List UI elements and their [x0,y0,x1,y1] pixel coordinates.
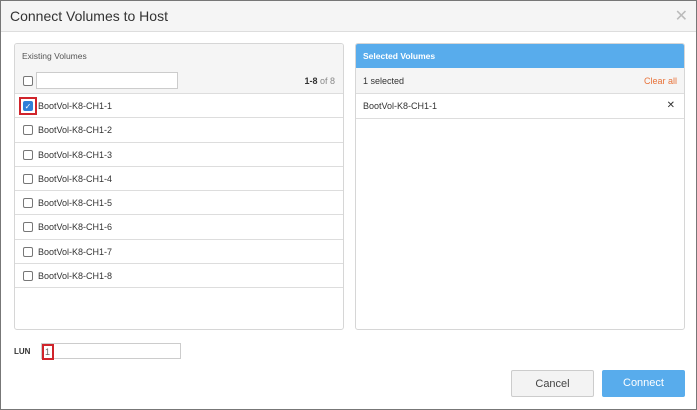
selected-volumes-header: Selected Volumes [356,44,684,68]
volume-label: BootVol-K8-CH1-7 [38,246,113,257]
selected-item-label: BootVol-K8-CH1-1 [363,101,438,111]
selected-item: BootVol-K8-CH1-1 ✕ [356,94,684,119]
dialog-titlebar: Connect Volumes to Host ✕ [1,1,696,32]
total: of 8 [319,76,335,86]
volume-row[interactable]: ✓ BootVol-K8-CH1-1 [15,94,343,119]
volume-row[interactable]: BootVol-K8-CH1-2 [15,118,343,143]
dialog-title: Connect Volumes to Host [10,8,168,24]
volume-label: BootVol-K8-CH1-3 [38,149,113,160]
cancel-button[interactable]: Cancel [511,370,594,397]
volume-row[interactable]: BootVol-K8-CH1-7 [15,240,343,265]
select-all-checkbox[interactable] [23,76,33,86]
search-input[interactable] [36,72,178,89]
pagination-count: 1-8 of 8 [304,76,335,86]
connect-button[interactable]: Connect [602,370,685,397]
volume-checkbox[interactable] [23,246,33,257]
selected-volumes-panel: Selected Volumes 1 selected Clear all Bo… [355,43,685,330]
lun-label: LUN [14,347,31,356]
volume-checkbox[interactable]: ✓ [23,101,33,111]
volume-checkbox[interactable] [23,173,33,184]
volume-checkbox[interactable] [23,149,33,160]
volume-label: BootVol-K8-CH1-1 [38,101,113,111]
volume-label: BootVol-K8-CH1-4 [38,173,113,184]
selected-count: 1 selected [363,76,405,86]
search-row: 1-8 of 8 [15,68,343,94]
remove-icon[interactable]: ✕ [667,100,675,111]
selected-info-row: 1 selected Clear all [356,68,684,94]
volume-label: BootVol-K8-CH1-6 [38,222,113,233]
volume-label: BootVol-K8-CH1-5 [38,198,113,209]
lun-value[interactable]: 1 [42,344,54,360]
volume-label: BootVol-K8-CH1-8 [38,271,113,282]
clear-all-link[interactable]: Clear all [644,76,677,86]
volume-checkbox[interactable] [23,222,33,233]
existing-volumes-panel: Existing Volumes 1-8 of 8 ✓ BootVol-K8-CH… [14,43,344,330]
range: 1-8 [304,76,318,86]
volume-row[interactable]: BootVol-K8-CH1-4 [15,167,343,192]
volume-checkbox[interactable] [23,125,33,136]
lun-input[interactable]: 1 [41,343,181,360]
volume-checkbox[interactable] [23,198,33,209]
volume-row[interactable]: BootVol-K8-CH1-5 [15,191,343,216]
volume-checkbox[interactable] [23,271,33,282]
volume-label: BootVol-K8-CH1-2 [38,125,113,136]
volume-row[interactable]: BootVol-K8-CH1-6 [15,215,343,240]
existing-volumes-header: Existing Volumes [15,44,343,68]
volume-row[interactable]: BootVol-K8-CH1-3 [15,143,343,167]
connect-volumes-dialog: Connect Volumes to Host ✕ Existing Volum… [0,0,697,410]
close-icon[interactable]: ✕ [675,6,688,26]
volume-row[interactable]: BootVol-K8-CH1-8 [15,264,343,289]
